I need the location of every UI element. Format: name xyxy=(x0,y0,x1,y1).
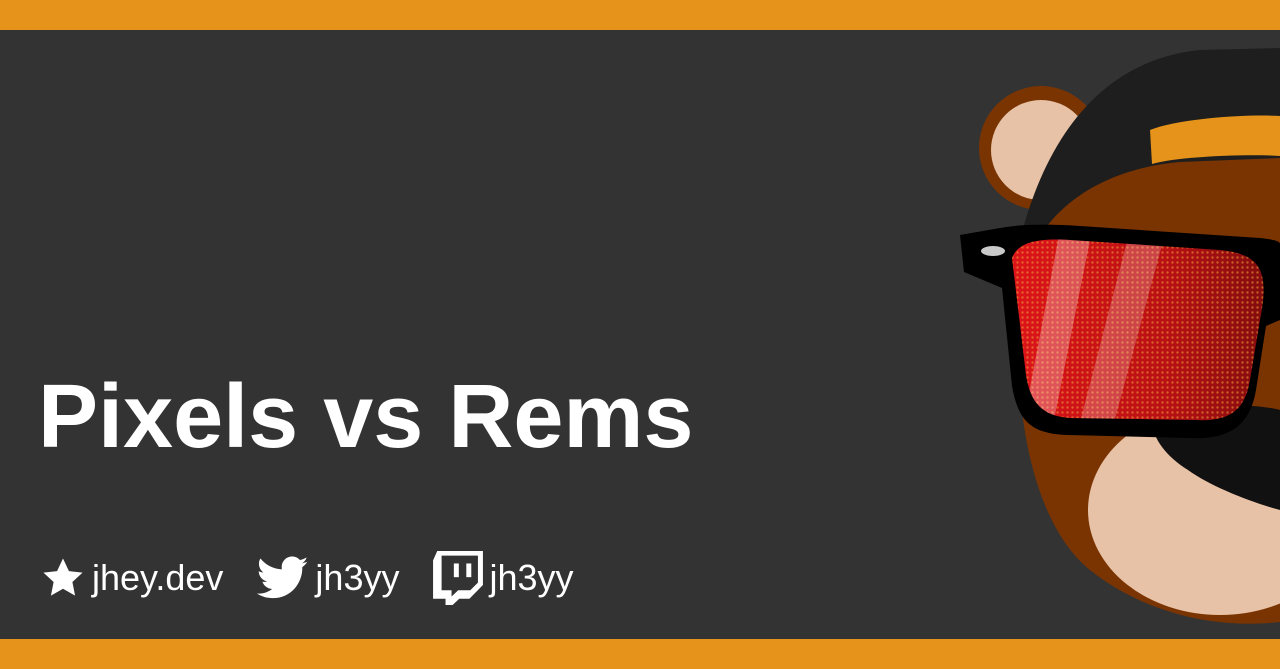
social-links: jhey.dev jh3yy jh3yy xyxy=(40,550,608,606)
page-title: Pixels vs Rems xyxy=(38,367,694,467)
twitter-icon xyxy=(257,555,309,601)
bottom-accent-bar xyxy=(0,639,1280,669)
twitter-link-label: jh3yy xyxy=(315,557,400,598)
top-accent-bar xyxy=(0,0,1280,30)
bear-with-sunglasses-icon xyxy=(960,30,1280,639)
twitter-link[interactable]: jh3yy xyxy=(257,555,399,601)
twitch-icon xyxy=(433,551,484,605)
twitch-link-label: jh3yy xyxy=(489,557,574,598)
twitch-link[interactable]: jh3yy xyxy=(433,551,574,605)
star-icon xyxy=(40,555,86,601)
website-link-label: jhey.dev xyxy=(92,557,224,598)
social-card: Pixels vs Rems jhey.dev jh3yy jh3yy xyxy=(0,0,1280,669)
website-link[interactable]: jhey.dev xyxy=(40,555,223,601)
